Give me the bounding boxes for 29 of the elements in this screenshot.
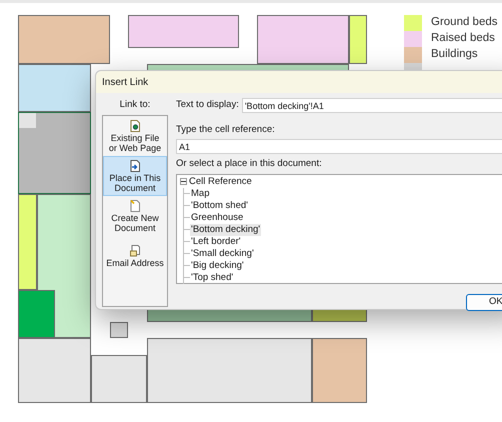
dialog-title: Insert Link — [102, 76, 148, 90]
map-area — [110, 322, 128, 338]
tree-item[interactable]: Map — [190, 188, 210, 200]
legend-label: Raised beds — [431, 31, 495, 46]
text-to-display-field[interactable]: 'Bottom decking'!A1 — [242, 98, 502, 113]
document-envelope-icon — [130, 244, 140, 256]
tree-item[interactable]: 'Small decking' — [190, 248, 255, 260]
legend-label: Buildings — [431, 47, 478, 62]
tree-item[interactable]: 'Left border' — [190, 236, 242, 248]
tree-item[interactable]: Cell Reference — [189, 176, 252, 188]
text-to-display-label: Text to display: — [176, 98, 239, 112]
collapse-toggle[interactable] — [180, 178, 187, 185]
document-arrow-icon — [130, 160, 140, 172]
tree-item[interactable]: 'Big decking' — [190, 260, 245, 272]
new-document-icon — [130, 200, 140, 212]
cell-reference-label: Type the cell reference: — [176, 123, 276, 137]
tree-item[interactable]: 'Bottom shed' — [190, 200, 249, 212]
document-globe-icon — [130, 120, 140, 132]
tree-item[interactable]: 'Top shed' — [190, 272, 234, 284]
cell-reference-field[interactable]: A1 — [176, 139, 502, 154]
tree-item[interactable]: Greenhouse — [190, 212, 244, 224]
link-to-label: Link to: — [120, 98, 150, 112]
link-target-button[interactable]: Email Address — [103, 236, 167, 276]
link-target-button[interactable]: Place in This Document — [103, 156, 167, 196]
place-label: Or select a place in this document: — [176, 157, 323, 172]
legend-label: Ground beds — [431, 15, 498, 30]
tree-item[interactable]: 'Bottom decking' — [190, 224, 262, 236]
link-target-button[interactable]: Create New Document — [103, 196, 167, 236]
link-target-button[interactable]: Existing File or Web Page — [103, 116, 167, 156]
